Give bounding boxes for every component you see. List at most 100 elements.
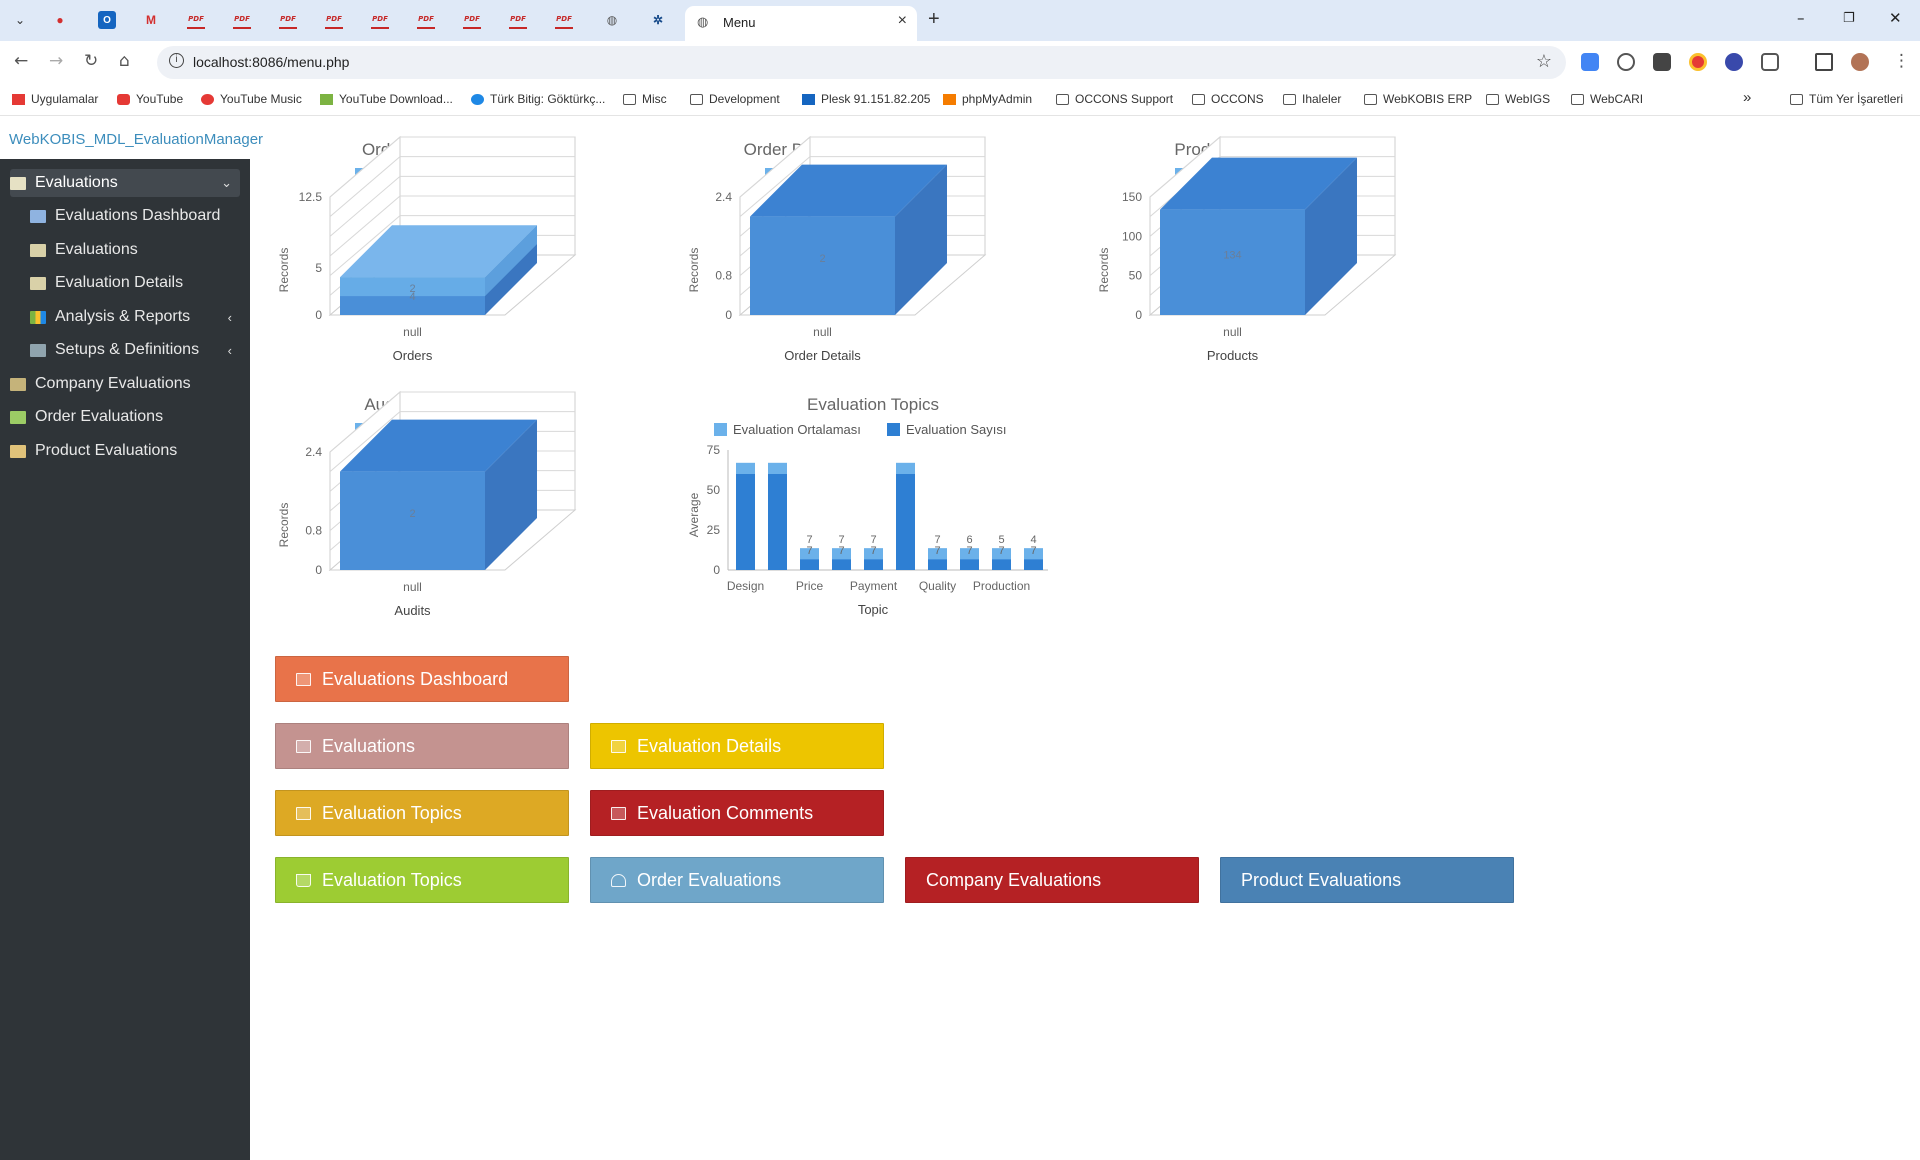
bookmark-folder-ihaleler[interactable]: Ihaleler: [1283, 92, 1341, 106]
url-text: localhost:8086/menu.php: [193, 54, 350, 70]
evaluation-comments-button[interactable]: Evaluation Comments: [590, 790, 884, 836]
bookmark-youtube[interactable]: YouTube: [117, 92, 183, 106]
tab-search-chevron-icon[interactable]: ⌄: [11, 11, 29, 29]
bar-count: [832, 559, 851, 570]
bookmark-youtube-download[interactable]: YouTube Download...: [320, 92, 453, 106]
tab-pdf-icon[interactable]: PDF: [325, 11, 343, 29]
y-tick-label: 150: [1122, 190, 1142, 204]
bookmark-star-icon[interactable]: ☆: [1536, 51, 1552, 72]
evaluations-button[interactable]: Evaluations: [275, 723, 569, 769]
sidebar-item-evaluations-menu[interactable]: Evaluations ⌄: [10, 169, 240, 197]
y-tick-label: 100: [1122, 229, 1142, 243]
tab-pdf-icon[interactable]: PDF: [555, 11, 573, 29]
x-axis-title: Orders: [393, 348, 433, 363]
html-extension-icon[interactable]: [1653, 53, 1671, 71]
x-tick-label: Price: [796, 579, 824, 593]
new-tab-button[interactable]: +: [928, 8, 940, 31]
sidebar-item-analysis-reports[interactable]: Analysis & Reports ‹: [30, 303, 240, 331]
bookmark-folder-all[interactable]: Tüm Yer İşaretleri: [1790, 92, 1903, 106]
extensions-puzzle-icon[interactable]: [1761, 53, 1779, 71]
tab-pdf-icon[interactable]: PDF: [463, 11, 481, 29]
side-panel-icon[interactable]: [1815, 53, 1833, 71]
brand-link[interactable]: WebKOBIS_MDL_EvaluationManager: [9, 131, 264, 148]
bookmark-folder-webigs[interactable]: WebIGS: [1486, 92, 1550, 106]
plot-area: [328, 135, 577, 317]
bookmark-folder-webcari[interactable]: WebCARI: [1571, 92, 1643, 106]
sidebar-item-evaluation-details[interactable]: Evaluation Details: [30, 269, 260, 297]
bookmark-plesk[interactable]: Plesk 91.151.82.205: [802, 92, 930, 106]
tab-globe-icon[interactable]: ◍: [603, 11, 621, 29]
tab-pdf-icon[interactable]: PDF: [417, 11, 435, 29]
tab-outlook-icon[interactable]: O: [98, 11, 116, 29]
product-evaluations-button[interactable]: Product Evaluations: [1220, 857, 1514, 903]
tab-gmail-icon[interactable]: M: [142, 11, 160, 29]
restore-button[interactable]: ❐: [1843, 11, 1855, 26]
browser-toolbar: ← → ↻ ⌂ i localhost:8086/menu.php ☆ ⋮: [0, 41, 1920, 84]
table-icon: [10, 176, 26, 190]
x-tick-label: Payment: [850, 579, 898, 593]
tab-active[interactable]: ◍ Menu ×: [685, 6, 917, 41]
recycle-extension-icon[interactable]: [1617, 53, 1635, 71]
translate-extension-icon[interactable]: [1581, 53, 1599, 71]
close-tab-icon[interactable]: ×: [898, 12, 907, 30]
bookmark-folder-webkobis-erp[interactable]: WebKOBIS ERP: [1364, 92, 1472, 106]
x-tick-label: null: [1223, 325, 1242, 339]
bookmarks-overflow-button[interactable]: »: [1743, 89, 1751, 106]
home-button[interactable]: ⌂: [119, 51, 130, 71]
bar-count: [992, 559, 1011, 570]
tab-pdf-icon[interactable]: PDF: [371, 11, 389, 29]
evaluation-topics-button[interactable]: Evaluation Topics: [275, 790, 569, 836]
x-axis-title: Audits: [394, 603, 431, 618]
reload-button[interactable]: ↻: [84, 51, 98, 71]
tab-pdf-icon[interactable]: PDF: [509, 11, 527, 29]
address-bar[interactable]: i localhost:8086/menu.php ☆: [157, 46, 1566, 79]
audit-evaluations-chart: Audit EvaluationsEvaluatedTotal00.82.42n…: [270, 385, 600, 630]
bookmark-folder-occons-support[interactable]: OCCONS Support: [1056, 92, 1173, 106]
youtube-icon: [117, 93, 130, 105]
bookmark-folder-misc[interactable]: Misc: [623, 92, 667, 106]
bookmark-youtube-music[interactable]: YouTube Music: [201, 92, 302, 106]
folder-icon: [1056, 93, 1069, 105]
bar-count: [768, 474, 787, 570]
evaluations-dashboard-button[interactable]: Evaluations Dashboard: [275, 656, 569, 702]
bookmark-folder-development[interactable]: Development: [690, 92, 780, 106]
sidebar-item-order-evaluations[interactable]: Order Evaluations: [10, 403, 240, 431]
comments-icon: [611, 806, 626, 820]
company-evaluations-button[interactable]: Company Evaluations: [905, 857, 1199, 903]
x-axis-title: Order Details: [784, 348, 861, 363]
sidebar-item-company-evaluations[interactable]: Company Evaluations: [10, 370, 240, 398]
bookmark-turk-bitig[interactable]: Türk Bitig: Göktürkç...: [471, 92, 605, 106]
order-evaluations-button[interactable]: Order Evaluations: [590, 857, 884, 903]
bar-count: [928, 559, 947, 570]
forward-button[interactable]: →: [49, 51, 63, 71]
menu-kebab-icon[interactable]: ⋮: [1893, 51, 1910, 71]
back-button[interactable]: ←: [14, 51, 28, 71]
color-extension-icon[interactable]: [1689, 53, 1707, 71]
bar-count: [864, 559, 883, 570]
bookmark-folder-occons[interactable]: OCCONS: [1192, 92, 1264, 106]
sidebar-item-product-evaluations[interactable]: Product Evaluations: [10, 437, 240, 465]
y-axis-title: Records: [1097, 248, 1111, 293]
evaluation-details-button[interactable]: Evaluation Details: [590, 723, 884, 769]
tab-pdf-icon[interactable]: PDF: [279, 11, 297, 29]
sidebar-item-evaluations-dashboard[interactable]: Evaluations Dashboard: [30, 202, 260, 230]
bar-total-front: [750, 216, 895, 315]
apps-grid-icon: [12, 93, 25, 105]
minimize-button[interactable]: –: [1797, 9, 1805, 27]
bookmark-phpmyadmin[interactable]: phpMyAdmin: [943, 92, 1032, 106]
order-details-evaluations-chart: Order Details EvaluationsEvaluatedTotal0…: [680, 130, 1010, 375]
tab-app-icon[interactable]: ✲: [649, 11, 667, 29]
tab-record-icon[interactable]: ●: [51, 11, 69, 29]
sidebar-item-evaluations[interactable]: Evaluations: [30, 236, 260, 264]
infinity-extension-icon[interactable]: [1725, 53, 1743, 71]
evaluation-topics-cart-button[interactable]: Evaluation Topics: [275, 857, 569, 903]
sidebar-item-setups-definitions[interactable]: Setups & Definitions ‹: [30, 336, 240, 364]
bar-count: [896, 474, 915, 570]
site-info-icon[interactable]: i: [169, 53, 184, 68]
profile-avatar[interactable]: [1851, 53, 1869, 71]
tab-pdf-icon[interactable]: PDF: [187, 11, 205, 29]
tab-pdf-icon[interactable]: PDF: [233, 11, 251, 29]
close-window-button[interactable]: ✕: [1889, 9, 1902, 27]
bar-total-front: [340, 471, 485, 570]
bookmark-apps[interactable]: Uygulamalar: [12, 92, 98, 106]
